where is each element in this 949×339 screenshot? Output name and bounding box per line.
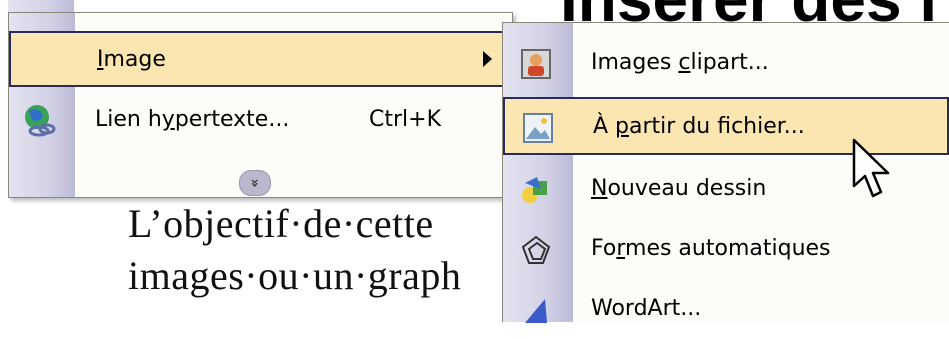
- menu-item-hyperlink-label: Lien hypertexte...: [95, 107, 290, 132]
- picture-file-icon: [523, 113, 553, 143]
- submenu-arrow-icon: [483, 51, 492, 67]
- submenu-item-wordart[interactable]: WordArt...: [503, 281, 949, 339]
- mouse-pointer-icon: [852, 138, 890, 198]
- submenu-item-autoshapes-label: Formes automatiques: [591, 236, 831, 261]
- submenu-item-new-drawing-label: Nouveau dessin: [591, 176, 767, 201]
- hyperlink-globe-icon: [25, 105, 56, 137]
- menu-gutter-top: [8, 0, 74, 12]
- drawing-icon: [522, 177, 547, 203]
- submenu-item-autoshapes[interactable]: Formes automatiques: [503, 221, 949, 279]
- autoshapes-icon: [521, 235, 551, 264]
- submenu-item-wordart-label: WordArt...: [591, 296, 702, 321]
- document-body-line-2: images·ou·un·graph: [128, 253, 462, 298]
- submenu-item-clipart-label: Images clipart...: [591, 50, 769, 75]
- menu-item-hyperlink[interactable]: Lien hypertexte... Ctrl+K: [9, 93, 512, 149]
- submenu-item-from-file-label: À partir du fichier...: [593, 114, 805, 139]
- menu-item-hyperlink-shortcut: Ctrl+K: [369, 107, 442, 132]
- menu-item-image-label: Image: [97, 47, 166, 72]
- menu-item-image[interactable]: Image: [9, 31, 512, 87]
- expand-menu-chevron-icon[interactable]: »: [239, 170, 271, 196]
- insert-menu: Image Lien hypertexte... Ctrl+K »: [8, 12, 513, 198]
- document-body-line-1: L’objectif·de·cette: [128, 201, 434, 246]
- submenu-item-clipart[interactable]: Images clipart...: [503, 35, 949, 93]
- clipart-icon: [521, 49, 551, 79]
